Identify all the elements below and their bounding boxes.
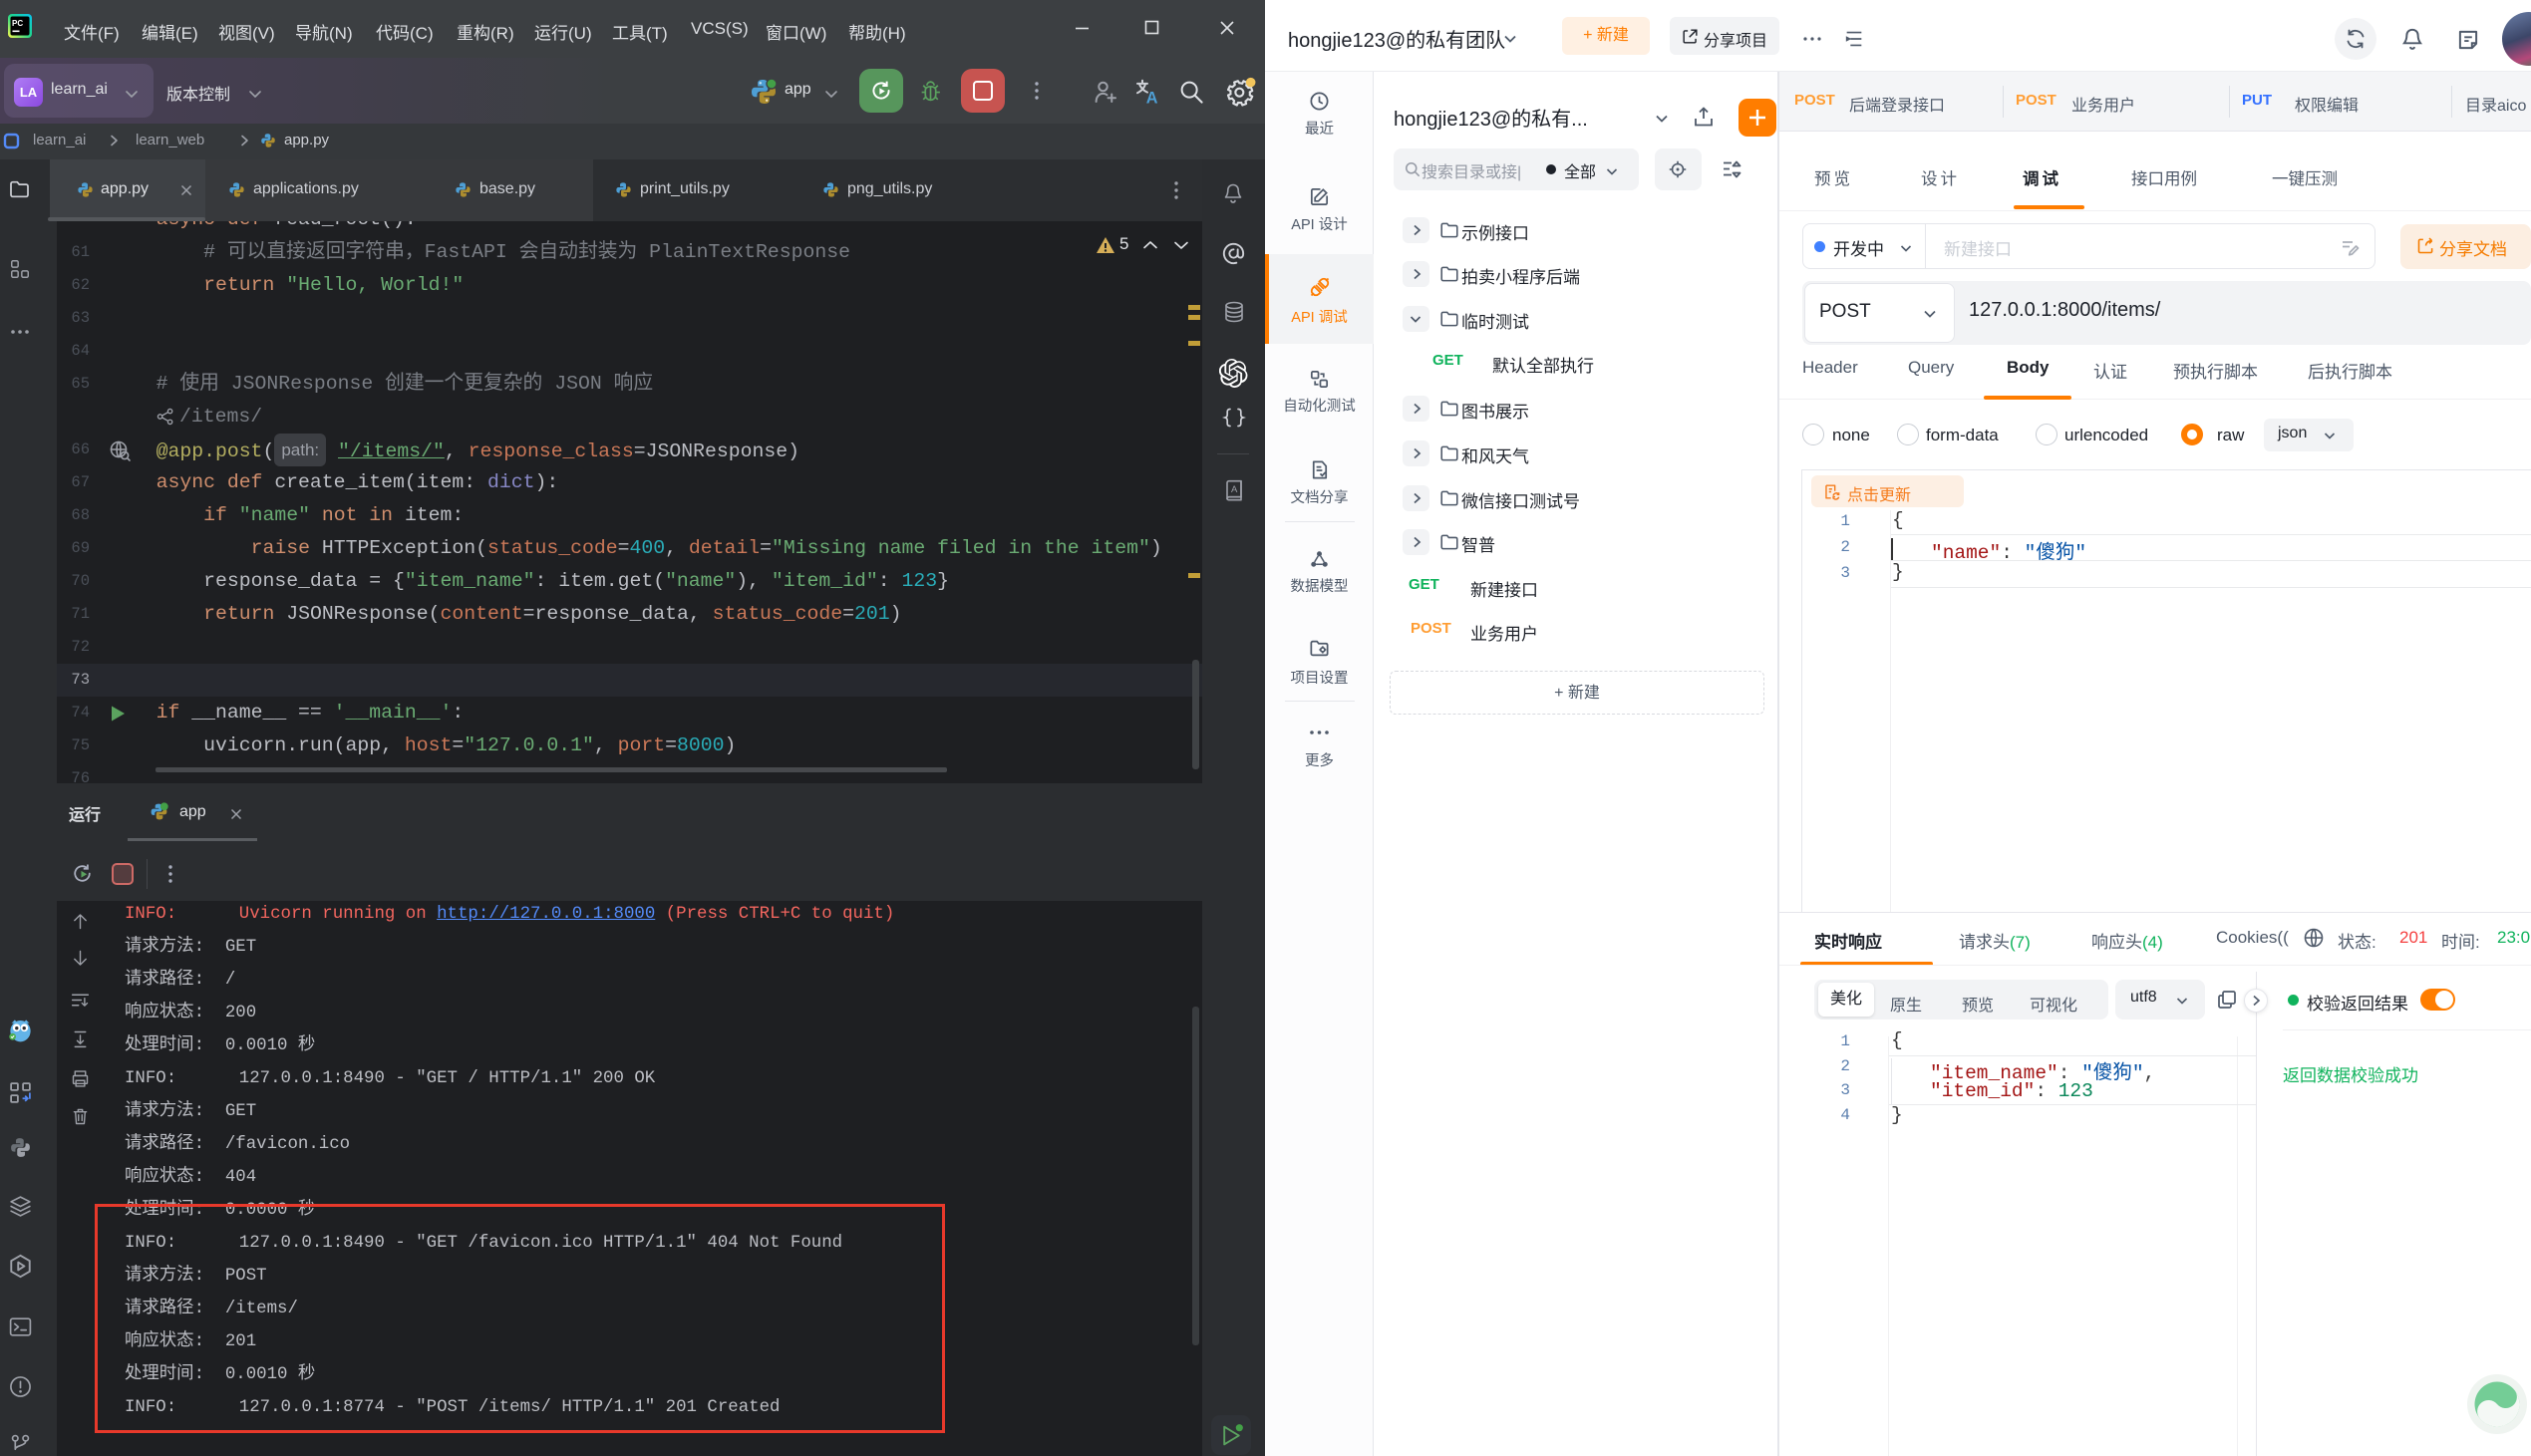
svg-text:PC: PC	[12, 19, 23, 28]
svg-text:A: A	[1231, 484, 1238, 495]
svg-text:A: A	[1146, 89, 1158, 107]
